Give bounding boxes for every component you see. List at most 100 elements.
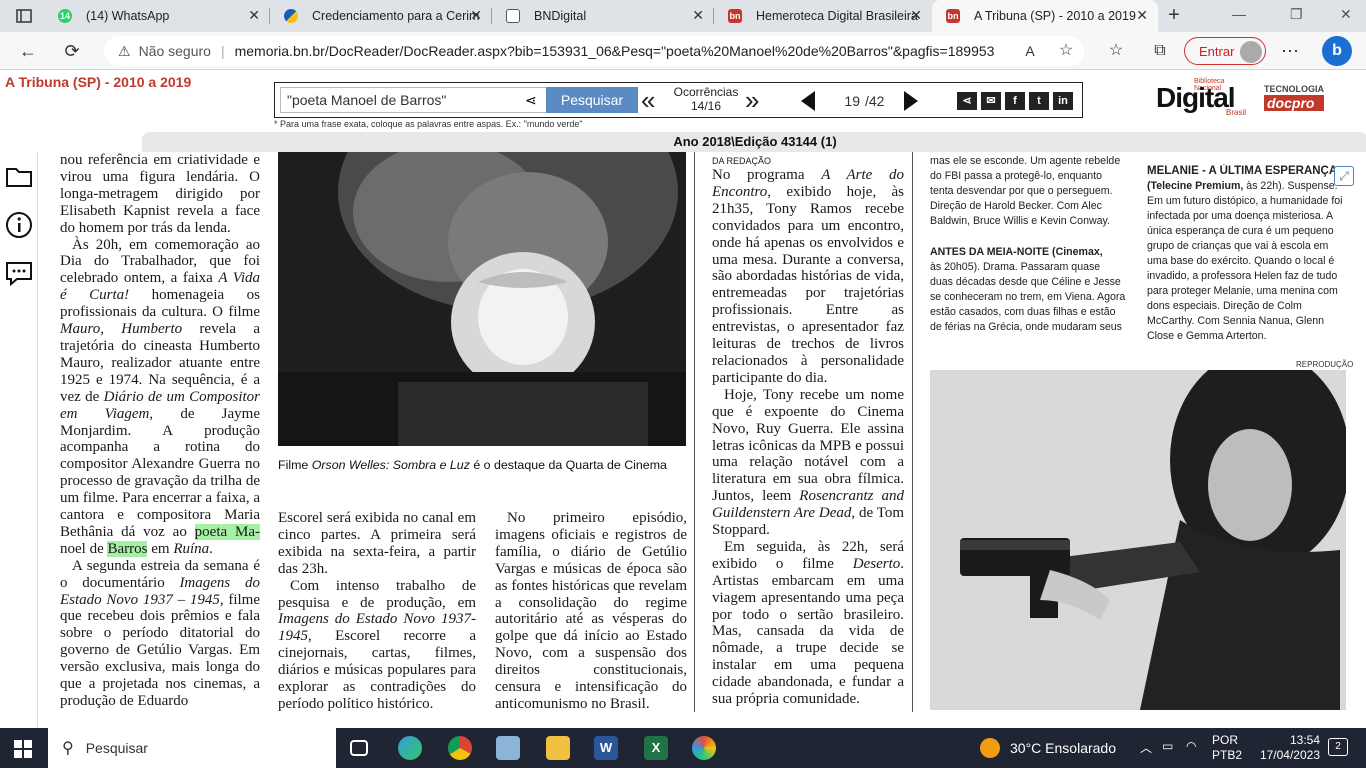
next-occurrence-icon[interactable]: » bbox=[745, 87, 759, 113]
notification-badge[interactable]: 2 bbox=[1328, 738, 1348, 756]
address-bar[interactable]: ⚠ Não seguro | memoria.bn.br/DocReader/D… bbox=[104, 36, 1084, 66]
windows-start-icon[interactable] bbox=[14, 740, 32, 758]
edition-bar: Ano 2018\Edição 43144 (1) bbox=[142, 132, 1366, 152]
more-menu-icon[interactable]: ⋯ bbox=[1278, 39, 1302, 63]
favorites-icon[interactable]: ☆ bbox=[1104, 39, 1128, 63]
email-icon[interactable]: ✉ bbox=[981, 92, 1001, 110]
listing-heading: MELANIE - A ÚLTIMA ESPERANÇA bbox=[1147, 165, 1338, 177]
close-icon[interactable]: ✕ bbox=[1136, 7, 1148, 24]
search-highlight: Barros bbox=[107, 540, 148, 557]
weather-text: 30°C Ensolarado bbox=[1010, 740, 1116, 756]
taskbar-search[interactable]: ⚲ Pesquisar bbox=[48, 728, 336, 768]
warning-icon[interactable]: ⚠ bbox=[118, 43, 131, 60]
sun-icon bbox=[980, 738, 1000, 758]
previous-page-icon[interactable] bbox=[801, 91, 815, 111]
close-icon[interactable]: ✕ bbox=[692, 7, 704, 24]
publication-title: A Tribuna (SP) - 2010 a 2019 bbox=[5, 74, 192, 90]
facebook-icon[interactable]: f bbox=[1005, 92, 1025, 110]
photo-credit: REPRODUÇÃO bbox=[1296, 360, 1354, 369]
avatar bbox=[1240, 41, 1262, 63]
search-highlight: poeta Ma- bbox=[194, 523, 260, 540]
twitter-icon[interactable]: t bbox=[1029, 92, 1049, 110]
taskbar-search-label: Pesquisar bbox=[85, 740, 148, 756]
article-column-4: DA REDAÇÃO No programa A Arte do Encontr… bbox=[712, 156, 905, 708]
security-status[interactable]: Não seguro bbox=[139, 43, 211, 59]
url-text[interactable]: memoria.bn.br/DocReader/DocReader.aspx?b… bbox=[235, 43, 995, 59]
next-page-icon[interactable] bbox=[904, 91, 918, 111]
url-separator: | bbox=[220, 43, 225, 59]
word-icon[interactable]: W bbox=[594, 736, 618, 760]
tab-a-tribuna[interactable]: bn A Tribuna (SP) - 2010 a 2019 ✕ bbox=[932, 0, 1158, 32]
edge-icon[interactable] bbox=[398, 736, 422, 760]
sign-in-button[interactable]: Entrar bbox=[1184, 37, 1266, 65]
docpro-logo: TECNOLOGIA docpro bbox=[1264, 84, 1324, 111]
wifi-icon[interactable]: ◠ bbox=[1186, 739, 1196, 753]
date: 17/04/2023 bbox=[1259, 748, 1320, 762]
close-icon[interactable]: ✕ bbox=[470, 7, 482, 24]
bing-icon[interactable]: b bbox=[1322, 36, 1352, 66]
whatsapp-icon: 14 bbox=[58, 9, 72, 23]
gov-br-icon bbox=[284, 9, 298, 23]
info-icon[interactable] bbox=[4, 210, 34, 240]
task-view-icon[interactable] bbox=[350, 740, 368, 756]
comments-icon[interactable] bbox=[4, 258, 34, 288]
tab-hemeroteca[interactable]: bn Hemeroteca Digital Brasileira ✕ bbox=[714, 0, 932, 32]
notepad-icon[interactable] bbox=[496, 736, 520, 760]
paint-icon[interactable] bbox=[692, 736, 716, 760]
search-button[interactable]: Pesquisar bbox=[546, 87, 638, 113]
close-icon[interactable]: ✕ bbox=[910, 7, 922, 24]
article-column-2: Escorel será exibida no canal em cinco p… bbox=[278, 510, 476, 712]
column-divider bbox=[912, 152, 913, 712]
share-icon[interactable]: ⋖ bbox=[525, 92, 537, 109]
clock[interactable]: 13:54 17/04/2023 bbox=[1256, 733, 1320, 763]
network-icon[interactable]: ▭ bbox=[1162, 739, 1173, 753]
restore-button[interactable]: ❐ bbox=[1290, 6, 1303, 23]
occurrences-label: Ocorrências bbox=[673, 85, 739, 99]
search-input[interactable]: "poeta Manoel de Barros" bbox=[280, 87, 548, 113]
close-window-button[interactable]: ✕ bbox=[1340, 6, 1352, 23]
refresh-button[interactable]: ⟳ bbox=[60, 39, 84, 63]
occurrences-value: 14/16 bbox=[690, 99, 722, 113]
read-aloud-icon[interactable]: A bbox=[1018, 39, 1042, 63]
chevron-up-icon[interactable]: ︿ bbox=[1140, 739, 1152, 756]
add-favorite-icon[interactable]: ☆ bbox=[1054, 39, 1078, 63]
chrome-icon[interactable] bbox=[448, 736, 472, 760]
linkedin-icon[interactable]: in bbox=[1053, 92, 1073, 110]
search-panel: "poeta Manoel de Barros" ⋖ Pesquisar « O… bbox=[274, 82, 1083, 118]
paragraph: nou referência em criatividade e virou u… bbox=[60, 152, 260, 236]
tab-whatsapp[interactable]: 14 (14) WhatsApp ✕ bbox=[44, 0, 270, 32]
tab-label: A Tribuna (SP) - 2010 a 2019 bbox=[974, 9, 1136, 23]
page-total: /42 bbox=[865, 93, 885, 109]
hemeroteca-icon: bn bbox=[728, 9, 742, 23]
orson-welles-photo bbox=[278, 152, 686, 446]
sign-in-label: Entrar bbox=[1199, 43, 1235, 59]
folder-icon[interactable] bbox=[4, 162, 34, 192]
tab-bndigital[interactable]: BNDigital ✕ bbox=[492, 0, 714, 32]
hemeroteca-icon: bn bbox=[946, 9, 960, 23]
occurrences-counter: Ocorrências 14/16 bbox=[667, 85, 745, 113]
keyboard-language[interactable]: POR PTB2 bbox=[1212, 733, 1242, 763]
viewer-sidebar bbox=[0, 152, 38, 728]
article-column-1: nou referência em criatividade e virou u… bbox=[60, 152, 261, 709]
weather-widget[interactable]: 30°C Ensolarado bbox=[980, 738, 1116, 758]
excel-icon[interactable]: X bbox=[644, 736, 668, 760]
minimize-button[interactable]: — bbox=[1232, 6, 1246, 22]
byline: DA REDAÇÃO bbox=[712, 156, 772, 166]
file-explorer-icon[interactable] bbox=[546, 736, 570, 760]
previous-occurrence-icon[interactable]: « bbox=[641, 87, 655, 113]
address-toolbar: ← ⟳ ⚠ Não seguro | memoria.bn.br/DocRead… bbox=[0, 32, 1366, 70]
article-column-3: No primeiro episódio, imagens oficiais e… bbox=[495, 510, 687, 712]
back-button[interactable]: ← bbox=[16, 39, 40, 63]
close-icon[interactable]: ✕ bbox=[248, 7, 260, 24]
tab-label: (14) WhatsApp bbox=[86, 9, 170, 23]
newspaper-page: nou referência em criatividade e virou u… bbox=[38, 152, 1366, 728]
page-number-input[interactable]: 19 bbox=[820, 89, 864, 113]
share-icon[interactable]: ⋖ bbox=[957, 92, 977, 110]
search-hint: * Para uma frase exata, coloque as palav… bbox=[274, 119, 583, 129]
new-tab-button[interactable]: + bbox=[1162, 4, 1186, 28]
tab-credenciamento[interactable]: Credenciamento para a Cerim ✕ bbox=[270, 0, 492, 32]
collections-icon[interactable]: ⧉ bbox=[1148, 39, 1172, 63]
expand-icon[interactable]: ⤢ bbox=[1334, 166, 1354, 186]
tab-actions-icon[interactable] bbox=[16, 8, 32, 24]
time: 13:54 bbox=[1289, 733, 1320, 747]
